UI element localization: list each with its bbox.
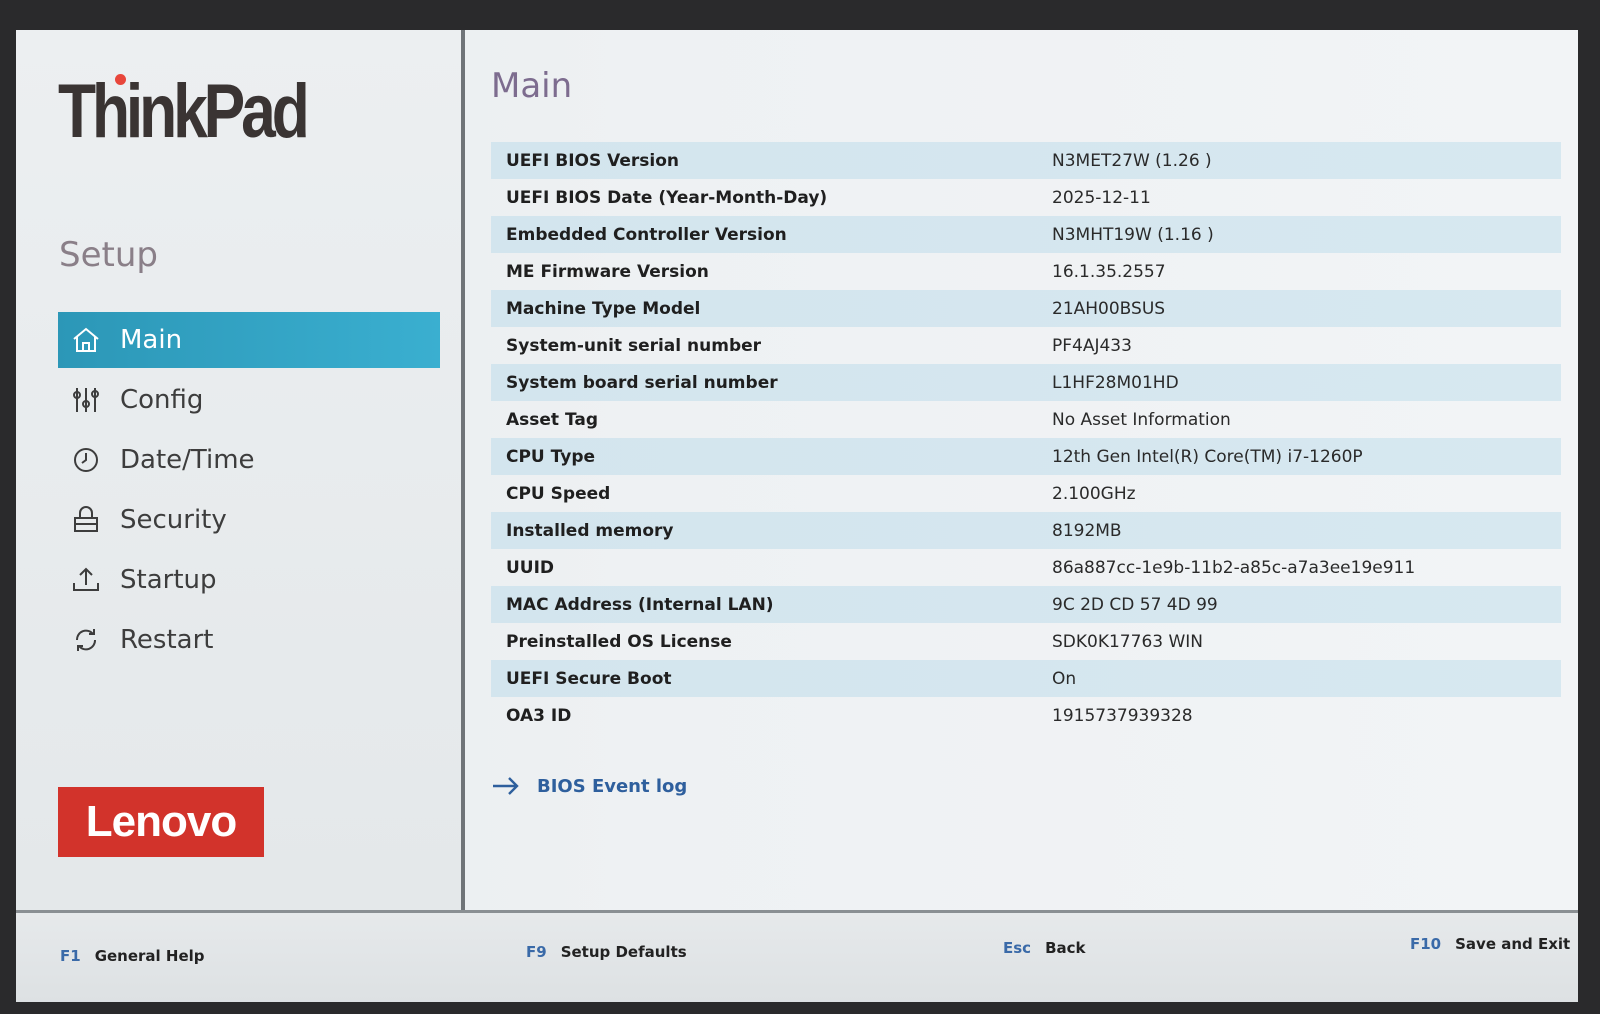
info-row: OA3 ID 1915737939328	[491, 697, 1561, 734]
f10-save-exit-hint[interactable]: F10 Save and Exit	[1410, 935, 1570, 953]
info-key: Preinstalled OS License	[506, 631, 732, 652]
info-key: Embedded Controller Version	[506, 224, 787, 245]
sliders-icon	[60, 380, 112, 420]
esc-back-hint[interactable]: Esc Back	[1003, 939, 1086, 957]
bios-screen: ThinkPad Setup Main Config Date/Time Sec…	[16, 30, 1578, 1002]
system-info-table: UEFI BIOS Version N3MET27W (1.26 ) UEFI B…	[491, 142, 1561, 734]
info-row: CPU Speed 2.100GHz	[491, 475, 1561, 512]
info-row: UEFI BIOS Version N3MET27W (1.26 )	[491, 142, 1561, 179]
arrow-right-icon	[491, 775, 521, 797]
f9-defaults-hint[interactable]: F9 Setup Defaults	[526, 943, 687, 961]
nav-item-security[interactable]: Security	[58, 492, 440, 548]
nav-item-startup[interactable]: Startup	[58, 552, 440, 608]
info-key: UEFI BIOS Version	[506, 150, 680, 171]
nav-item-datetime[interactable]: Date/Time	[58, 432, 440, 488]
info-value: 1915737939328	[1052, 705, 1193, 726]
nav-item-label: Date/Time	[120, 445, 255, 475]
info-key: Asset Tag	[506, 409, 599, 430]
info-value: 12th Gen Intel(R) Core(TM) i7-1260P	[1052, 446, 1363, 467]
bios-event-log-label: BIOS Event log	[537, 775, 688, 797]
info-key: System board serial number	[506, 372, 778, 393]
info-row: Installed memory 8192MB	[491, 512, 1561, 549]
nav-item-label: Security	[120, 505, 227, 535]
info-key: CPU Speed	[506, 483, 611, 504]
info-value: 21AH00BSUS	[1052, 298, 1166, 319]
action-label: Setup Defaults	[560, 943, 687, 961]
f1-help-hint[interactable]: F1 General Help	[60, 947, 205, 965]
clock-icon	[60, 440, 112, 480]
info-key: Installed memory	[506, 520, 674, 541]
info-row: System-unit serial number PF4AJ433	[491, 327, 1561, 364]
info-row: Embedded Controller Version N3MHT19W (1.1…	[491, 216, 1561, 253]
thinkpad-logo: ThinkPad	[58, 69, 310, 154]
info-value: 9C 2D CD 57 4D 99	[1052, 594, 1218, 615]
info-key: ME Firmware Version	[506, 261, 709, 282]
key-label: F9	[526, 943, 547, 961]
footer-bar: F1 General Help F9 Setup Defaults Esc Ba…	[16, 913, 1578, 1002]
vertical-divider	[461, 30, 465, 910]
info-row: Preinstalled OS License SDK0K17763 WIN	[491, 623, 1561, 660]
action-label: Back	[1045, 939, 1086, 957]
info-row: System board serial number L1HF28M01HD	[491, 364, 1561, 401]
info-value: SDK0K17763 WIN	[1052, 631, 1204, 652]
info-value: PF4AJ433	[1052, 335, 1132, 356]
key-label: Esc	[1003, 939, 1032, 957]
info-value: No Asset Information	[1052, 409, 1231, 430]
info-value: 2025-12-11	[1052, 187, 1151, 208]
info-row: CPU Type 12th Gen Intel(R) Core(TM) i7-12…	[491, 438, 1561, 475]
thinkpad-logo-dot	[115, 74, 126, 85]
info-key: MAC Address (Internal LAN)	[506, 594, 774, 615]
lenovo-logo: Lenovo	[58, 787, 264, 857]
info-row: UEFI BIOS Date (Year-Month-Day) 2025-12-1…	[491, 179, 1561, 216]
info-value: 8192MB	[1052, 520, 1122, 541]
lock-icon	[60, 500, 112, 540]
info-key: UUID	[506, 557, 555, 578]
info-row: Machine Type Model 21AH00BSUS	[491, 290, 1561, 327]
home-icon	[60, 320, 112, 360]
nav-item-label: Main	[120, 325, 183, 355]
info-key: OA3 ID	[506, 705, 572, 726]
sidebar: ThinkPad Setup Main Config Date/Time Sec…	[16, 30, 461, 910]
info-key: CPU Type	[506, 446, 596, 467]
info-row: ME Firmware Version 16.1.35.2557	[491, 253, 1561, 290]
action-label: General Help	[94, 947, 205, 965]
key-label: F10	[1410, 935, 1442, 953]
main-panel: Main UEFI BIOS Version N3MET27W (1.26 ) U…	[491, 30, 1578, 910]
info-key: UEFI Secure Boot	[506, 668, 672, 689]
setup-title: Setup	[59, 235, 158, 275]
nav-menu: Main Config Date/Time Security Startup R…	[58, 312, 440, 672]
nav-item-main[interactable]: Main	[58, 312, 440, 368]
nav-item-restart[interactable]: Restart	[58, 612, 440, 668]
bios-event-log-link[interactable]: BIOS Event log	[491, 775, 687, 797]
info-row: Asset Tag No Asset Information	[491, 401, 1561, 438]
nav-item-config[interactable]: Config	[58, 372, 440, 428]
info-key: UEFI BIOS Date (Year-Month-Day)	[506, 187, 828, 208]
nav-item-label: Config	[120, 385, 204, 415]
info-key: Machine Type Model	[506, 298, 701, 319]
info-value: On	[1052, 668, 1077, 689]
info-value: 16.1.35.2557	[1052, 261, 1166, 282]
info-row: MAC Address (Internal LAN) 9C 2D CD 57 4D…	[491, 586, 1561, 623]
key-label: F1	[60, 947, 81, 965]
nav-item-label: Startup	[120, 565, 217, 595]
nav-item-label: Restart	[120, 625, 214, 655]
info-value: 2.100GHz	[1052, 483, 1136, 504]
info-row: UUID 86a887cc-1e9b-11b2-a85c-a7a3ee19e911	[491, 549, 1561, 586]
info-row: UEFI Secure Boot On	[491, 660, 1561, 697]
upload-icon	[60, 560, 112, 600]
info-value: 86a887cc-1e9b-11b2-a85c-a7a3ee19e911	[1052, 557, 1416, 578]
info-value: L1HF28M01HD	[1052, 372, 1179, 393]
info-value: N3MHT19W (1.16 )	[1052, 224, 1214, 245]
info-value: N3MET27W (1.26 )	[1052, 150, 1212, 171]
page-title: Main	[491, 66, 573, 106]
action-label: Save and Exit	[1455, 935, 1571, 953]
info-key: System-unit serial number	[506, 335, 762, 356]
refresh-icon	[60, 620, 112, 660]
